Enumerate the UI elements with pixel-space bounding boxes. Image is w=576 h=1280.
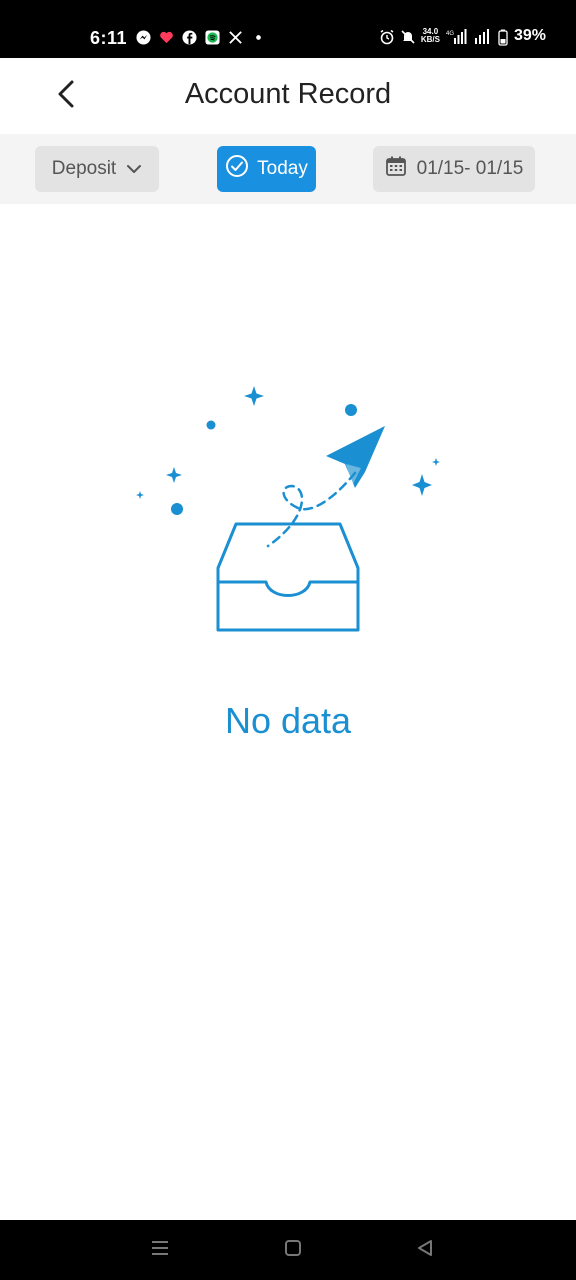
filter-bar: Deposit Today 01/15- 01/15: [0, 134, 576, 204]
type-dropdown-label: Deposit: [51, 158, 117, 179]
sparkle-icon: [244, 386, 264, 406]
sparkle-icon: [136, 491, 144, 499]
battery-icon: [498, 29, 508, 46]
network-speed: 34.0 KB/S: [421, 28, 440, 44]
heart-icon: [159, 30, 174, 45]
speed-unit: KB/S: [420, 35, 440, 44]
today-label: Today: [257, 158, 308, 179]
alarm-icon: [379, 29, 394, 44]
svg-text:4G: 4G: [446, 31, 454, 37]
menu-icon: [150, 1239, 170, 1262]
spotify-icon: [205, 30, 220, 45]
home-icon: [284, 1239, 302, 1262]
empty-inbox-illustration: [130, 378, 446, 638]
sparkle-icon: [412, 474, 432, 496]
today-filter-button[interactable]: Today: [217, 146, 316, 192]
dot-icon: [251, 30, 266, 45]
check-circle-icon: [225, 154, 249, 184]
app-header: Account Record: [0, 58, 576, 134]
status-time: 6:11: [90, 28, 128, 48]
signal-icon-2: [474, 28, 492, 44]
system-icons: 34.0 KB/S 4G 39%: [379, 27, 546, 46]
chevron-down-icon: [126, 158, 142, 180]
battery-percentage: 39%: [513, 27, 546, 44]
page-title: Account Record: [184, 78, 392, 110]
nav-back-button[interactable]: [413, 1238, 437, 1262]
sparkle-icon: [432, 458, 440, 466]
x-icon: [228, 30, 243, 45]
empty-state-message: No data: [224, 700, 352, 741]
calendar-icon: [385, 155, 407, 183]
menu-button[interactable]: [148, 1238, 172, 1262]
status-bar: 6:11 34.0 KB/S 4G 39%: [0, 0, 576, 58]
sparkle-icon: [166, 467, 182, 483]
date-range-text: 01/15- 01/15: [416, 158, 524, 179]
facebook-icon: [182, 30, 197, 45]
messenger-icon: [136, 30, 151, 45]
signal-icon: 4G: [446, 28, 468, 44]
notification-icons: [136, 30, 266, 45]
date-range-picker[interactable]: 01/15- 01/15: [373, 146, 535, 192]
mute-icon: [400, 29, 415, 44]
home-button[interactable]: [281, 1238, 305, 1262]
type-dropdown[interactable]: Deposit: [35, 146, 159, 192]
system-nav-bar: [0, 1220, 576, 1280]
back-icon: [416, 1239, 434, 1262]
